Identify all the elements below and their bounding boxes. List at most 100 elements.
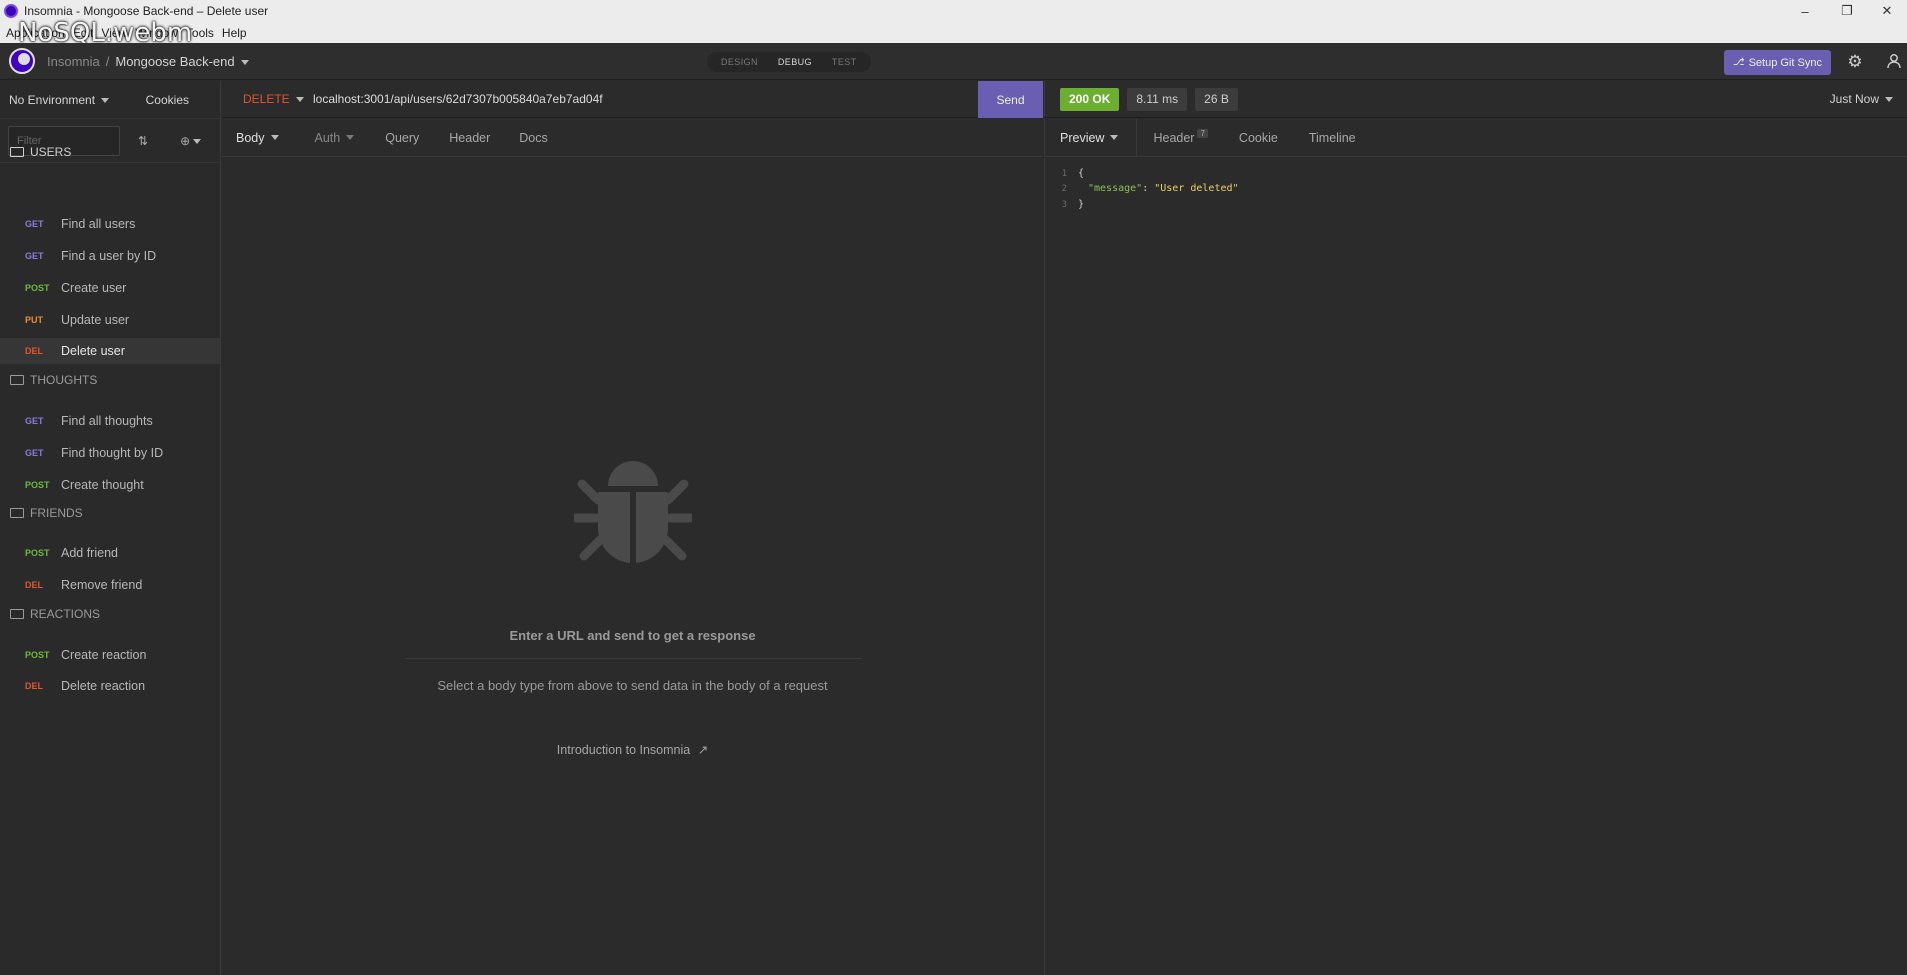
environment-select[interactable]: No Environment (9, 93, 110, 107)
method-badge: POST (25, 548, 50, 558)
line-number: 1 (1061, 169, 1067, 179)
setup-git-sync-button[interactable]: ⎇ Setup Git Sync (1724, 50, 1831, 75)
folder-thoughts[interactable]: THOUGHTS (10, 373, 97, 387)
request-create-reaction[interactable]: POST Create reaction (0, 642, 220, 668)
tab-timeline[interactable]: Timeline (1309, 131, 1356, 145)
gear-icon[interactable]: ⚙ (1846, 53, 1864, 71)
response-time-badge: 8.11 ms (1127, 87, 1188, 111)
tab-label: Preview (1060, 130, 1105, 145)
folder-open-icon (10, 147, 24, 157)
window-title: Insomnia - Mongoose Back-end – Delete us… (24, 4, 269, 18)
method-select[interactable]: DELETE (243, 92, 304, 106)
request-url-bar: DELETE localhost:3001/api/users/62d7307b… (222, 81, 1043, 118)
chevron-down-icon (1885, 96, 1893, 102)
response-tabs: Preview Header 7 Cookie Timeline (1044, 118, 1907, 157)
git-sync-label: Setup Git Sync (1748, 56, 1822, 69)
method-badge: GET (25, 448, 44, 458)
request-add-friend[interactable]: POST Add friend (0, 540, 220, 566)
app-window: { "window": { "title": "Insomnia - Mongo… (0, 0, 1907, 975)
request-find-all-thoughts[interactable]: GET Find all thoughts (0, 408, 220, 434)
window-titlebar: Insomnia - Mongoose Back-end – Delete us… (0, 0, 1907, 22)
external-link-icon: ↗ (697, 743, 709, 757)
tab-preview[interactable]: Preview (1045, 118, 1138, 157)
sort-icon[interactable]: ⇅ (138, 134, 148, 148)
tab-label: Body (236, 130, 265, 145)
insomnia-logo[interactable] (9, 48, 35, 74)
bug-icon (574, 461, 692, 564)
status-badge: 200 OK (1060, 87, 1120, 111)
maximize-icon[interactable]: ❐ (1827, 0, 1867, 22)
history-dropdown[interactable]: Just Now (1830, 92, 1893, 106)
minimize-icon[interactable]: – (1785, 0, 1825, 22)
request-label: Add friend (61, 546, 118, 560)
request-label: Find a user by ID (61, 249, 157, 263)
chevron-down-icon (240, 59, 249, 65)
intro-link[interactable]: Introduction to Insomnia ↗ (222, 742, 1043, 757)
folder-reactions[interactable]: REACTIONS (10, 607, 100, 621)
code-text: "message": "User deleted" (1088, 183, 1239, 194)
method-badge: GET (25, 416, 44, 426)
tab-response-header[interactable]: Header 7 (1153, 129, 1208, 145)
folder-icon (10, 375, 24, 385)
menu-help[interactable]: Help (222, 26, 247, 40)
method-badge: PUT (25, 315, 43, 325)
tab-design[interactable]: DESIGN (711, 52, 768, 72)
line-number: 3 (1061, 200, 1067, 210)
empty-state-title: Enter a URL and send to get a response (509, 628, 756, 643)
breadcrumb: Insomnia / Mongoose Back-end (47, 54, 249, 69)
request-label: Create thought (61, 478, 144, 492)
tab-auth[interactable]: Auth (315, 131, 355, 145)
request-body-panel: Enter a URL and send to get a response S… (222, 158, 1043, 975)
tab-debug[interactable]: DEBUG (768, 52, 822, 72)
request-find-user-by-id[interactable]: GET Find a user by ID (0, 243, 220, 269)
breadcrumb-app[interactable]: Insomnia (47, 54, 100, 69)
request-label: Find thought by ID (61, 446, 164, 460)
request-create-user[interactable]: POST Create user (0, 275, 220, 301)
request-find-thought-by-id[interactable]: GET Find thought by ID (0, 440, 220, 466)
method-badge: DEL (25, 580, 43, 590)
method-badge: GET (25, 219, 44, 229)
request-create-thought[interactable]: POST Create thought (0, 472, 220, 498)
tab-cookie[interactable]: Cookie (1239, 131, 1278, 145)
tab-test[interactable]: TEST (822, 52, 867, 72)
tab-docs[interactable]: Docs (519, 131, 547, 145)
method-badge: GET (25, 251, 44, 261)
menu-bar: Application Edit View Window Tools Help (0, 22, 1907, 43)
request-remove-friend[interactable]: DEL Remove friend (0, 572, 220, 598)
intro-link-label: Introduction to Insomnia (556, 743, 691, 757)
close-icon[interactable]: ✕ (1867, 0, 1907, 22)
request-label: Find all users (61, 217, 136, 231)
request-delete-user[interactable]: DEL Delete user (0, 338, 220, 364)
method-badge: POST (25, 650, 50, 660)
chevron-down-icon (346, 135, 355, 140)
sidebar: No Environment Cookies Filter ⇅ ⊕ USERS … (0, 81, 221, 975)
chevron-down-icon (295, 96, 304, 102)
breadcrumb-project[interactable]: Mongoose Back-end (115, 54, 249, 69)
code-line: 1 { (1045, 167, 1084, 181)
cookies-button[interactable]: Cookies (146, 93, 189, 107)
request-update-user[interactable]: PUT Update user (0, 307, 220, 333)
empty-state-subtitle: Select a body type from above to send da… (437, 678, 828, 693)
send-button[interactable]: Send (978, 81, 1043, 118)
tab-header[interactable]: Header (449, 131, 490, 145)
breadcrumb-separator: / (105, 53, 110, 69)
request-find-all-users[interactable]: GET Find all users (0, 211, 220, 237)
account-icon[interactable] (1885, 53, 1903, 71)
tab-body[interactable]: Body (236, 131, 279, 145)
request-delete-reaction[interactable]: DEL Delete reaction (0, 673, 220, 699)
folder-label: FRIENDS (30, 506, 83, 520)
tab-query[interactable]: Query (385, 131, 419, 145)
chevron-down-icon (101, 97, 110, 103)
json-value: "User deleted" (1154, 183, 1239, 194)
folder-users[interactable]: USERS (10, 145, 71, 159)
add-icon[interactable]: ⊕ (180, 134, 202, 148)
code-text: } (1078, 199, 1085, 210)
folder-friends[interactable]: FRIENDS (10, 506, 83, 520)
folder-label: REACTIONS (30, 607, 101, 621)
request-label: Delete reaction (61, 679, 146, 693)
method-badge: POST (25, 480, 50, 490)
request-label: Remove friend (61, 578, 143, 592)
count-badge: 7 (1197, 129, 1208, 138)
url-input[interactable]: localhost:3001/api/users/62d7307b005840a… (313, 92, 603, 106)
environment-row: No Environment Cookies (0, 81, 220, 119)
